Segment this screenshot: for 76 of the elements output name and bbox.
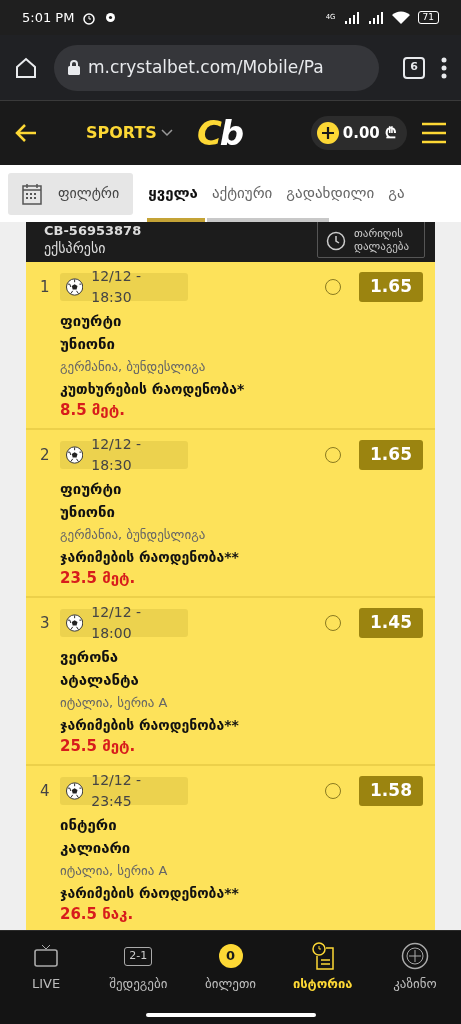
sports-dropdown[interactable]: SPORTS <box>86 121 173 145</box>
calendar-icon <box>22 182 42 205</box>
filter-tab[interactable]: გადახდილი <box>279 165 382 222</box>
bet-pick: 25.5 მეტ. <box>60 736 137 756</box>
filter-tab[interactable]: ყველა <box>141 165 205 222</box>
signal-icon <box>367 11 384 24</box>
alarm-icon <box>82 10 97 25</box>
league-name: იტალია, სერია A <box>60 862 169 880</box>
score-icon: 2-1 <box>124 947 153 966</box>
status-time: 5:01 PM <box>22 8 75 27</box>
back-arrow-icon[interactable] <box>14 123 38 143</box>
team-name: ატალანტა <box>60 670 140 691</box>
signal-icon <box>343 11 360 24</box>
league-name: გერმანია, ბუნდესლიგა <box>60 358 207 376</box>
filter-tab[interactable]: აქტიური <box>204 165 280 222</box>
league-name: იტალია, სერია A <box>60 694 169 712</box>
filter-button[interactable]: ფილტრი <box>8 172 134 215</box>
match-datetime: 12/12 - 18:30 <box>60 441 188 469</box>
plus-icon <box>316 122 339 144</box>
lock-icon <box>68 60 80 75</box>
bet-number: 3 <box>40 612 51 634</box>
more-menu-icon[interactable] <box>441 56 447 79</box>
league-name: გერმანია, ბუნდესლიგა <box>60 526 207 544</box>
match-datetime: 12/12 - 18:00 <box>60 609 188 637</box>
market-name: ჯარიმების რაოდენობა** <box>60 716 240 735</box>
nav-tab[interactable]: 2-1 შედეგები <box>92 942 185 994</box>
market-name: ჯარიმების რაოდენობა** <box>60 548 240 567</box>
home-gesture-bar[interactable] <box>145 1012 316 1017</box>
count-badge: 0 <box>218 944 243 969</box>
odds-value: 1.58 <box>359 776 423 806</box>
tv-icon <box>33 943 60 970</box>
odds-value: 1.65 <box>359 272 423 302</box>
wifi-icon <box>391 11 410 24</box>
roulette-icon <box>400 942 429 971</box>
team-name: უნიონი <box>60 502 117 523</box>
home-icon[interactable] <box>14 55 38 80</box>
filter-tab[interactable]: გა <box>381 165 412 222</box>
nav-tab[interactable]: LIVE <box>0 942 93 994</box>
match-datetime: 12/12 - 18:30 <box>60 273 188 301</box>
logo[interactable]: Cb <box>196 116 243 150</box>
tab-count-button[interactable]: 6 <box>403 56 425 79</box>
bet-number: 1 <box>40 276 51 298</box>
clock-icon <box>326 231 346 251</box>
odds-value: 1.45 <box>359 608 423 638</box>
odds-value: 1.65 <box>359 440 423 470</box>
nav-tab[interactable]: ისტორია <box>276 942 369 994</box>
market-name: ჯარიმების რაოდენობა** <box>60 884 240 903</box>
menu-icon[interactable] <box>421 122 447 144</box>
bet-number: 4 <box>40 780 51 802</box>
team-name: ფიურტი <box>60 311 123 332</box>
team-name: კალიარი <box>60 838 132 859</box>
balance-button[interactable]: 0.00 ₾ <box>310 115 407 151</box>
ticket-id: CB-56953878 <box>44 223 142 237</box>
bet-number: 2 <box>40 444 51 466</box>
team-name: ინტერი <box>60 815 118 836</box>
nav-tab[interactable]: 0 ბილეთი <box>184 942 277 994</box>
team-name: ფიურტი <box>60 479 123 500</box>
market-name: კუთხურების რაოდენობა* <box>60 380 246 399</box>
match-datetime: 12/12 - 23:45 <box>60 777 188 805</box>
soccer-ball-icon <box>66 446 84 464</box>
url-text: m.crystalbet.com/Mobile/Pa <box>88 55 324 79</box>
soccer-ball-icon <box>66 614 84 632</box>
bet-pick: 8.5 მეტ. <box>60 400 126 420</box>
address-bar[interactable]: m.crystalbet.com/Mobile/Pa <box>54 44 379 91</box>
team-name: უნიონი <box>60 334 117 355</box>
soccer-ball-icon <box>66 278 84 296</box>
nav-tab[interactable]: კაზინო <box>368 942 461 994</box>
sort-button[interactable]: თარიღის დალაგება <box>317 222 425 258</box>
soccer-ball-icon <box>66 782 84 800</box>
chevron-down-icon <box>160 129 173 137</box>
history-icon <box>310 942 335 971</box>
bet-pick: 26.5 ნაკ. <box>60 904 135 924</box>
ticket-type: ექსპრესი <box>44 240 107 255</box>
battery-level: 71 <box>417 11 439 24</box>
bet-pick: 23.5 მეტ. <box>60 568 137 588</box>
team-name: ვერონა <box>60 647 120 668</box>
